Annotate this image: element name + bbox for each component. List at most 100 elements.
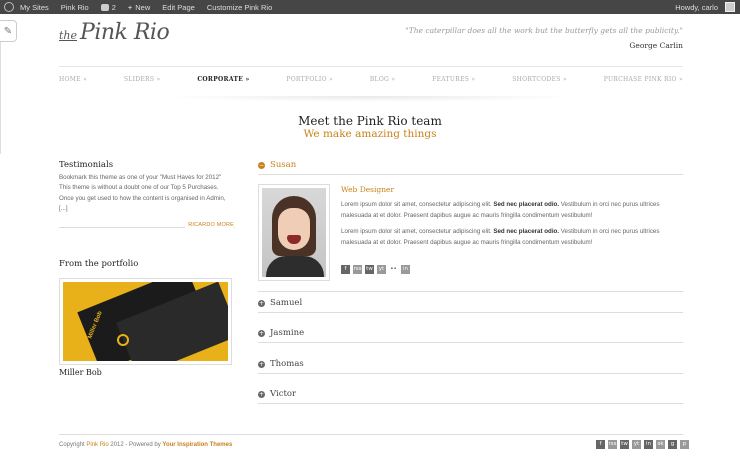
nav-divider xyxy=(59,66,683,67)
nav-blog[interactable]: BLOG » xyxy=(370,76,395,83)
nav-sliders[interactable]: SLIDERS » xyxy=(124,76,161,83)
facebook-icon[interactable]: f xyxy=(341,265,350,274)
member-bio: Lorem ipsum dolor sit amet, consectetur … xyxy=(341,200,686,221)
testimonial-line: Once you get used to how the content is … xyxy=(59,194,226,202)
accordion-divider xyxy=(258,342,683,343)
page-title: Meet the Pink Rio team xyxy=(298,114,442,128)
flickr-icon[interactable]: •• xyxy=(389,265,398,274)
logo-prefix: the xyxy=(59,29,78,42)
member-name: Victor xyxy=(270,389,297,399)
accordion-item-samuel[interactable]: + Samuel xyxy=(258,295,683,311)
member-name: Susan xyxy=(270,160,297,170)
bio-bold: Sed nec placerat odio. xyxy=(493,201,560,208)
page-subtitle: We make amazing things xyxy=(303,128,437,140)
nav-features[interactable]: FEATURES » xyxy=(432,76,475,83)
card-logo-icon xyxy=(117,334,129,346)
rss-icon[interactable]: rss xyxy=(353,265,362,274)
portfolio-title: From the portfolio xyxy=(59,259,139,269)
footer-divider xyxy=(59,434,683,435)
youtube-icon[interactable]: yt xyxy=(377,265,386,274)
member-name: Jasmine xyxy=(270,328,305,338)
admin-site-name[interactable]: Pink Rio xyxy=(55,0,95,14)
plus-icon: + xyxy=(127,2,133,12)
testimonial-line: [...] xyxy=(59,205,68,213)
bio-text: Lorem ipsum dolor sit amet, consectetur … xyxy=(341,228,494,235)
comment-bubble-icon xyxy=(100,3,109,11)
member-name: Samuel xyxy=(270,298,303,308)
portfolio-image: Miller Bob xyxy=(63,282,228,361)
accordion-divider xyxy=(258,373,683,374)
facebook-icon[interactable]: f xyxy=(596,440,605,449)
plus-circle-icon: + xyxy=(258,360,265,368)
comments-count: 2 xyxy=(111,2,116,12)
admin-edit-page[interactable]: Edit Page xyxy=(156,0,201,14)
read-more-link[interactable]: RICARDO MORE xyxy=(185,222,234,228)
member-role: Web Designer xyxy=(341,185,395,194)
bio-text: Vestibulum in orci nec purus ultrices xyxy=(559,228,660,235)
edit-pencil-icon[interactable]: ✎ xyxy=(0,20,17,42)
member-social-links: f rss tw yt •• in xyxy=(341,265,410,274)
bio-text: Vestibulum in orci nec purus ultrices xyxy=(559,201,660,208)
google-plus-icon[interactable]: g xyxy=(668,440,677,449)
testimonial-line: Bookmark this theme as one of your "Must… xyxy=(59,174,222,181)
footer-copyright: Copyright Pink Rio 2012 - Powered by You… xyxy=(59,442,232,448)
nav-home[interactable]: HOME » xyxy=(59,76,87,83)
member-name: Thomas xyxy=(270,359,304,369)
nav-corporate[interactable]: CORPORATE » xyxy=(197,76,249,83)
admin-comments[interactable]: 2 xyxy=(95,0,122,14)
accordion-item-thomas[interactable]: + Thomas xyxy=(258,356,683,372)
wordpress-logo-icon[interactable] xyxy=(4,2,14,12)
plus-circle-icon: + xyxy=(258,329,265,337)
twitter-icon[interactable]: tw xyxy=(365,265,374,274)
avatar[interactable] xyxy=(725,2,735,12)
main-nav: HOME » SLIDERS » CORPORATE » PORTFOLIO »… xyxy=(59,76,683,83)
twitter-icon[interactable]: tw xyxy=(620,440,629,449)
quote-author: George Carlin xyxy=(629,41,683,50)
plus-circle-icon: + xyxy=(258,299,265,307)
site-logo[interactable]: the Pink Rio xyxy=(59,20,170,50)
bio-text: malesuada at et dolor. Praesent dapibus … xyxy=(341,211,593,219)
accordion-divider xyxy=(258,291,683,292)
admin-new[interactable]: + New xyxy=(122,0,156,14)
accordion-item-jasmine[interactable]: + Jasmine xyxy=(258,325,683,341)
member-photo-image xyxy=(262,188,326,277)
youtube-icon[interactable]: yt xyxy=(632,440,641,449)
testimonials-title: Testimonials xyxy=(59,160,114,170)
nav-shadow xyxy=(160,96,580,102)
photo-shape xyxy=(266,256,324,277)
accordion-divider xyxy=(258,174,683,175)
pinterest-icon[interactable]: p xyxy=(680,440,689,449)
admin-customize[interactable]: Customize Pink Rio xyxy=(201,0,278,14)
portfolio-thumbnail[interactable]: Miller Bob xyxy=(59,278,232,365)
new-label: New xyxy=(135,2,151,12)
member-bio: Lorem ipsum dolor sit amet, consectetur … xyxy=(341,227,686,248)
linkedin-icon[interactable]: in xyxy=(401,265,410,274)
admin-my-sites[interactable]: My Sites xyxy=(14,0,55,14)
bio-text: malesuada at et dolor. Praesent dapibus … xyxy=(341,238,593,246)
admin-howdy[interactable]: Howdy, carlo xyxy=(675,0,718,14)
plus-circle-icon: + xyxy=(258,390,265,398)
footer-text-part: 2012 - Powered by xyxy=(108,442,163,448)
portfolio-caption[interactable]: Miller Bob xyxy=(59,368,102,377)
skype-icon[interactable]: sk xyxy=(656,440,665,449)
footer-theme-link[interactable]: Your Inspiration Themes xyxy=(162,442,232,448)
bio-bold: Sed nec placerat odio. xyxy=(493,228,560,235)
bio-text: Lorem ipsum dolor sit amet, consectetur … xyxy=(341,201,494,208)
testimonial-text: Bookmark this theme as one of your "Must… xyxy=(59,173,235,215)
nav-purchase[interactable]: PURCHASE PINK RIO » xyxy=(604,76,683,83)
minus-circle-icon: − xyxy=(258,161,265,169)
testimonial-line: This theme is without a doubt one of our… xyxy=(59,184,219,192)
logo-name: Pink Rio xyxy=(80,20,170,45)
footer-text-part: Copyright xyxy=(59,442,87,448)
footer-brand-link[interactable]: Pink Rio xyxy=(86,442,108,448)
admin-bar: My Sites Pink Rio 2 + New Edit Page Custo… xyxy=(0,0,740,14)
rss-icon[interactable]: rss xyxy=(608,440,617,449)
accordion-item-victor[interactable]: + Victor xyxy=(258,386,683,402)
nav-shortcodes[interactable]: SHORTCODES » xyxy=(512,76,567,83)
member-photo xyxy=(258,184,330,281)
linkedin-icon[interactable]: in xyxy=(644,440,653,449)
accordion-item-susan[interactable]: − Susan xyxy=(258,157,683,173)
header-quote: "The caterpillar does all the work but t… xyxy=(405,26,683,35)
accordion-divider xyxy=(258,403,683,404)
nav-portfolio[interactable]: PORTFOLIO » xyxy=(286,76,333,83)
